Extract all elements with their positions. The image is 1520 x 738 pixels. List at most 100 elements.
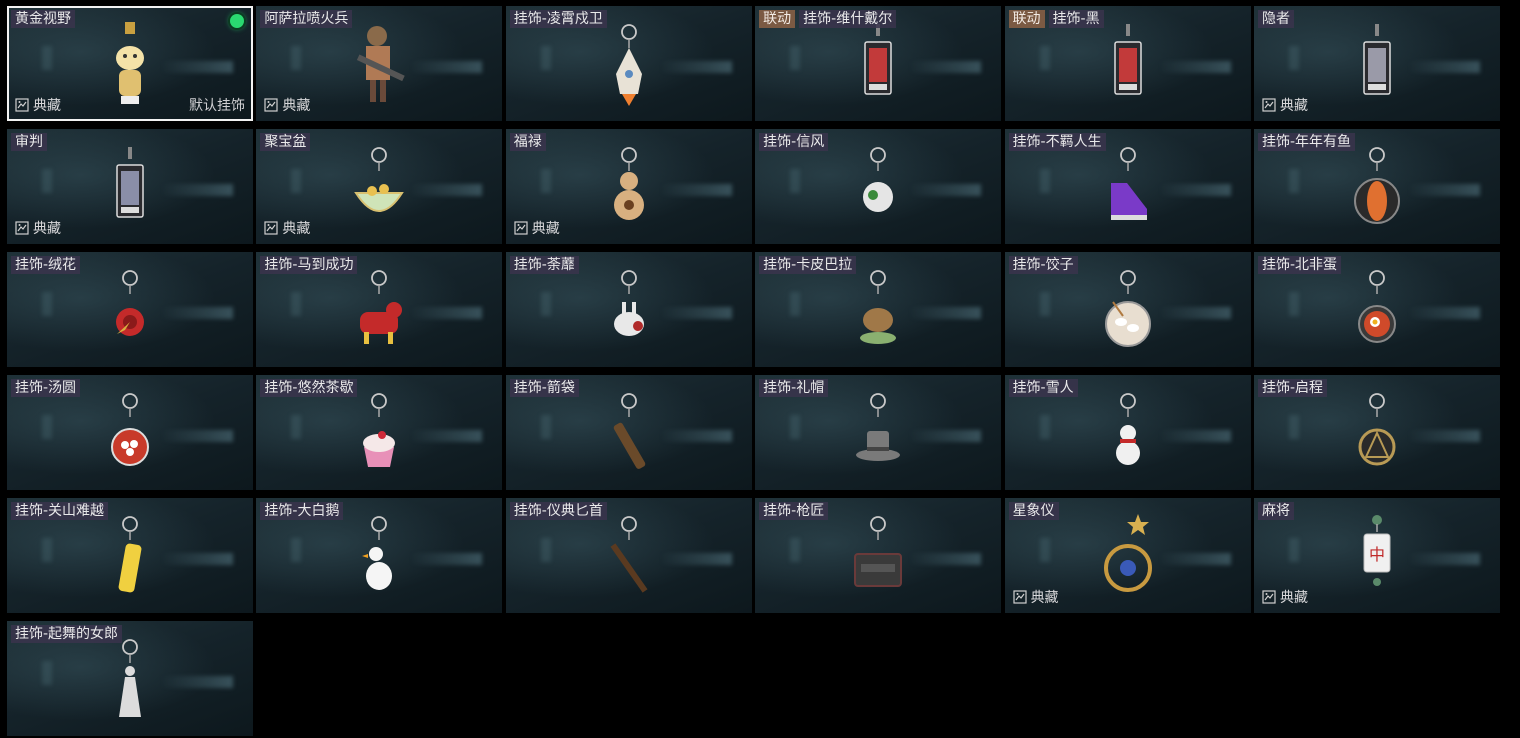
charm-name: 挂饰-关山难越 xyxy=(11,502,109,520)
tarot-card-icon xyxy=(864,24,892,95)
charm-card[interactable]: 挂饰-关山难越 xyxy=(7,498,253,613)
charm-card[interactable]: 挂饰-北非蛋 xyxy=(1253,252,1500,367)
flower-icon xyxy=(116,270,144,336)
card-label-row: 挂饰-大白鹅 xyxy=(260,502,344,520)
card-label-row: 挂饰-马到成功 xyxy=(260,256,358,274)
charm-name: 挂饰-北非蛋 xyxy=(1257,256,1342,274)
charm-card[interactable]: 挂饰-枪匠 xyxy=(755,498,1002,613)
charm-name: 挂饰-箭袋 xyxy=(509,379,579,397)
quiver-icon xyxy=(613,393,646,469)
charm-card[interactable]: 挂饰-荼蘼 xyxy=(505,252,752,367)
charm-card[interactable]: 挂饰-马到成功 xyxy=(256,252,503,367)
card-label-row: 挂饰-关山难越 xyxy=(11,502,109,520)
card-label-row: 挂饰-起舞的女郎 xyxy=(11,625,123,643)
collection-badge: 典藏 xyxy=(514,218,560,238)
collection-label: 典藏 xyxy=(531,221,560,237)
card-label-row: 黄金视野 xyxy=(11,10,75,28)
charm-name: 审判 xyxy=(11,133,47,151)
charm-name: 星象仪 xyxy=(1008,502,1059,520)
charm-card[interactable]: 审判 典藏 xyxy=(7,129,253,244)
charm-card[interactable]: 阿萨拉喷火兵典藏 xyxy=(256,6,503,121)
collection-icon xyxy=(264,221,278,235)
charm-card[interactable]: 麻将中典藏 xyxy=(1253,498,1500,613)
charm-card[interactable]: 挂饰-仪典匕首 xyxy=(505,498,752,613)
collection-icon xyxy=(264,98,278,112)
top-hat-icon xyxy=(856,393,901,461)
dagger-icon xyxy=(610,516,648,593)
card-label-row: 审判 xyxy=(11,133,47,151)
card-label-row: 聚宝盆 xyxy=(260,133,311,151)
charm-name: 挂饰-信风 xyxy=(759,133,829,151)
charm-card[interactable]: 聚宝盆 典藏 xyxy=(256,129,503,244)
charm-name: 挂饰-起舞的女郎 xyxy=(11,625,123,643)
charm-card[interactable]: 挂饰-起舞的女郎 xyxy=(7,621,253,736)
charm-card[interactable]: 挂饰-不羁人生 xyxy=(1004,129,1251,244)
snowman-icon xyxy=(1115,393,1140,465)
charm-name: 黄金视野 xyxy=(11,10,75,28)
sneaker-icon xyxy=(1110,147,1147,220)
charm-name: 挂饰-不羁人生 xyxy=(1008,133,1106,151)
dancer-icon xyxy=(119,639,141,717)
charm-card[interactable]: 挂饰-信风 xyxy=(755,129,1002,244)
bowl-icon xyxy=(111,393,149,466)
goose-icon xyxy=(362,516,393,590)
charm-card[interactable]: 挂饰-启程 xyxy=(1253,375,1500,490)
glowstick-icon xyxy=(118,516,142,593)
charm-name: 阿萨拉喷火兵 xyxy=(260,10,353,28)
charm-name: 挂饰-凌霄戍卫 xyxy=(509,10,607,28)
card-label-row: 挂饰-悠然茶歇 xyxy=(260,379,358,397)
collection-label: 典藏 xyxy=(1279,98,1308,114)
mahjong-tile-icon: 中 xyxy=(1363,515,1391,586)
collection-badge: 典藏 xyxy=(15,95,61,115)
collection-badge: 典藏 xyxy=(264,95,310,115)
card-label-row: 挂饰-箭袋 xyxy=(509,379,579,397)
card-label-row: 挂饰-卡皮巴拉 xyxy=(759,256,857,274)
charm-card[interactable]: 挂饰-凌霄戍卫 xyxy=(505,6,752,121)
cat-mascot-icon xyxy=(116,22,144,104)
charm-name: 挂饰-雪人 xyxy=(1008,379,1078,397)
horse-icon xyxy=(360,270,403,344)
charm-card[interactable]: 挂饰-礼帽 xyxy=(755,375,1002,490)
charm-card[interactable]: 挂饰-年年有鱼 xyxy=(1253,129,1500,244)
collection-label: 典藏 xyxy=(1279,590,1308,606)
charm-card[interactable]: 黄金视野典藏 默认挂饰 xyxy=(7,6,253,121)
card-label-row: 联动 挂饰-黑 xyxy=(1008,10,1104,28)
pan-icon xyxy=(1357,270,1396,343)
charm-card[interactable]: 挂饰-汤圆 xyxy=(7,375,253,490)
charm-card[interactable]: 挂饰-绒花 xyxy=(7,252,253,367)
default-charm-label: 默认挂饰 xyxy=(189,98,245,114)
charm-card[interactable]: 联动 挂饰-维什戴尔 xyxy=(755,6,1002,121)
treasure-bowl-icon xyxy=(354,147,405,212)
astrolabe-icon xyxy=(1103,514,1152,592)
collection-label: 典藏 xyxy=(1030,590,1059,606)
charm-grid: 黄金视野 典藏 默认挂饰 阿萨拉喷火兵 典藏 挂饰-凌霄戍卫 联动 挂饰-维什戴尔 联动 挂饰-黑… xyxy=(7,6,1500,736)
charm-name: 福禄 xyxy=(509,133,546,151)
compass-medal-icon xyxy=(1358,393,1396,466)
charm-card[interactable]: 挂饰-饺子 xyxy=(1004,252,1251,367)
charm-card[interactable]: 挂饰-箭袋 xyxy=(505,375,752,490)
card-label-row: 星象仪 xyxy=(1008,502,1059,520)
charm-name: 挂饰-饺子 xyxy=(1008,256,1078,274)
toolbox-icon xyxy=(854,516,903,587)
flamethrower-soldier-icon xyxy=(357,26,406,102)
charm-card[interactable]: 挂饰-大白鹅 xyxy=(256,498,503,613)
collection-icon xyxy=(1012,590,1027,604)
charm-name: 挂饰-维什戴尔 xyxy=(799,10,897,28)
tarot-card-icon xyxy=(1363,24,1391,95)
charm-card[interactable]: 福禄典藏 xyxy=(505,129,752,244)
card-label-row: 挂饰-凌霄戍卫 xyxy=(509,10,607,28)
charm-name: 挂饰-启程 xyxy=(1257,379,1328,397)
charm-card[interactable]: 挂饰-雪人 xyxy=(1004,375,1251,490)
charm-card[interactable]: 联动 挂饰-黑 xyxy=(1004,6,1251,121)
collection-badge: 典藏 xyxy=(1262,95,1308,115)
charm-card[interactable]: 星象仪典藏 xyxy=(1004,498,1251,613)
charm-name: 挂饰-枪匠 xyxy=(759,502,829,520)
card-label-row: 挂饰-枪匠 xyxy=(759,502,829,520)
fish-icon xyxy=(1353,147,1400,224)
charm-card[interactable]: 挂饰-卡皮巴拉 xyxy=(755,252,1002,367)
charm-name: 聚宝盆 xyxy=(260,133,311,151)
charm-name: 挂饰-汤圆 xyxy=(11,379,81,397)
tarot-card-icon xyxy=(1113,24,1142,95)
charm-card[interactable]: 挂饰-悠然茶歇 xyxy=(256,375,503,490)
charm-card[interactable]: 隐者 典藏 xyxy=(1253,6,1500,121)
